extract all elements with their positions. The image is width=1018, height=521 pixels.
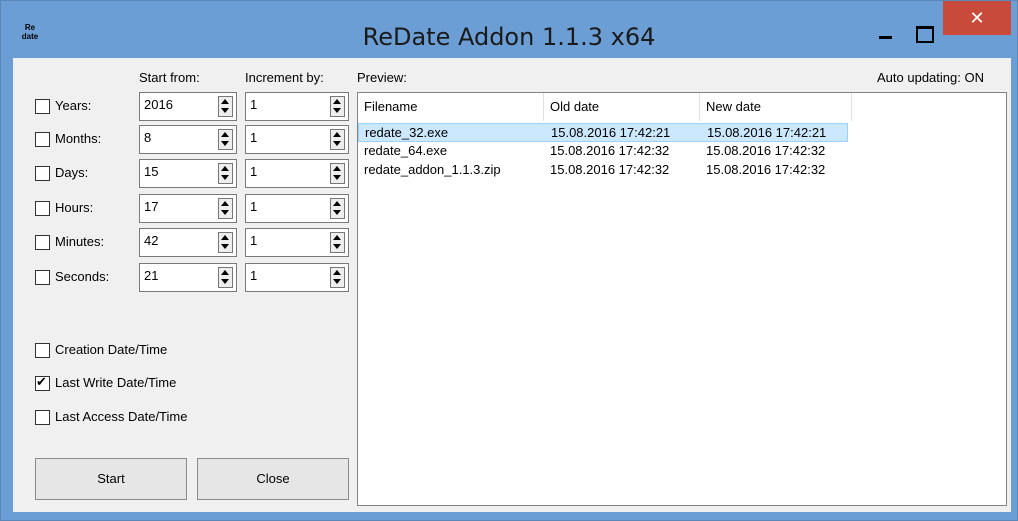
days-checkbox[interactable] — [35, 166, 50, 181]
years-increment-value[interactable]: 1 — [250, 97, 257, 112]
seconds-increment-value[interactable]: 1 — [250, 268, 257, 283]
minutes-label: Minutes: — [55, 234, 105, 249]
months-start-value[interactable]: 8 — [144, 130, 151, 145]
spinner-arrows-icon[interactable] — [218, 267, 233, 288]
minutes-checkbox[interactable] — [35, 235, 50, 250]
spinner-arrows-icon[interactable] — [218, 96, 233, 117]
preview-table[interactable]: Filename Old date New date redate_32.exe… — [357, 92, 1007, 506]
hours-increment-spinner[interactable]: 1 — [245, 194, 349, 223]
minutes-increment-spinner[interactable]: 1 — [245, 228, 349, 257]
minutes-increment-value[interactable]: 1 — [250, 233, 257, 248]
years-increment-spinner[interactable]: 1 — [245, 92, 349, 121]
creation-date-time-checkbox[interactable] — [35, 343, 50, 358]
column-header-old-date[interactable]: Old date — [544, 93, 700, 121]
spinner-arrows-icon[interactable] — [330, 267, 345, 288]
hours-start-value[interactable]: 17 — [144, 199, 158, 214]
filename-cell: redate_addon_1.1.3.zip — [364, 162, 501, 177]
table-row[interactable]: redate_addon_1.1.3.zip 15.08.2016 17:42:… — [358, 161, 1006, 180]
spinner-arrows-icon[interactable] — [218, 198, 233, 219]
hours-start-spinner[interactable]: 17 — [139, 194, 237, 223]
last-write-date-time-checkbox[interactable] — [35, 374, 50, 391]
start-from-header: Start from: — [139, 70, 200, 85]
seconds-increment-spinner[interactable]: 1 — [245, 263, 349, 292]
minimize-button[interactable] — [867, 19, 901, 47]
close-button[interactable]: Close — [197, 458, 349, 500]
new-date-cell: 15.08.2016 17:42:32 — [706, 143, 826, 158]
app-window: Re date ReDate Addon 1.1.3 x64 ✕ Start f… — [0, 0, 1018, 521]
days-label: Days: — [55, 165, 89, 180]
years-checkbox[interactable] — [35, 99, 50, 114]
spinner-arrows-icon[interactable] — [330, 129, 345, 150]
days-start-value[interactable]: 15 — [144, 164, 158, 179]
hours-checkbox[interactable] — [35, 201, 50, 216]
creation-date-time-label: Creation Date/Time — [55, 342, 168, 357]
window-title: ReDate Addon 1.1.3 x64 — [362, 23, 656, 51]
years-label: Years: — [55, 98, 92, 113]
spinner-arrows-icon[interactable] — [218, 129, 233, 150]
hours-label: Hours: — [55, 200, 94, 215]
minutes-start-value[interactable]: 42 — [144, 233, 158, 248]
last-access-date-time-checkbox[interactable] — [35, 410, 50, 425]
increment-by-header: Increment by: — [245, 70, 324, 85]
old-date-cell: 15.08.2016 17:42:21 — [551, 125, 671, 140]
years-start-value[interactable]: 2016 — [144, 97, 173, 112]
spinner-arrows-icon[interactable] — [330, 198, 345, 219]
close-window-button[interactable]: ✕ — [943, 1, 1011, 35]
years-start-spinner[interactable]: 2016 — [139, 92, 237, 121]
preview-label: Preview: — [357, 70, 407, 85]
new-date-cell: 15.08.2016 17:42:32 — [706, 162, 826, 177]
maximize-button[interactable] — [907, 19, 941, 47]
months-increment-spinner[interactable]: 1 — [245, 125, 349, 154]
filename-cell: redate_64.exe — [364, 143, 448, 158]
column-header-filename[interactable]: Filename — [358, 93, 544, 121]
months-increment-value[interactable]: 1 — [250, 130, 257, 145]
old-date-cell: 15.08.2016 17:42:32 — [550, 143, 670, 158]
days-increment-spinner[interactable]: 1 — [245, 159, 349, 188]
column-header-new-date[interactable]: New date — [700, 93, 852, 121]
table-row[interactable]: redate_32.exe 15.08.2016 17:42:21 15.08.… — [358, 123, 848, 142]
main-panel: Start from: Increment by: Preview: Auto … — [13, 58, 1011, 512]
start-button[interactable]: Start — [35, 458, 187, 500]
seconds-label: Seconds: — [55, 269, 110, 284]
months-checkbox[interactable] — [35, 132, 50, 147]
seconds-checkbox[interactable] — [35, 270, 50, 285]
last-write-date-time-label: Last Write Date/Time — [55, 375, 177, 390]
spinner-arrows-icon[interactable] — [330, 232, 345, 253]
seconds-start-value[interactable]: 21 — [144, 268, 158, 283]
title-bar[interactable]: Re date ReDate Addon 1.1.3 x64 ✕ — [1, 1, 1017, 58]
minutes-start-spinner[interactable]: 42 — [139, 228, 237, 257]
months-start-spinner[interactable]: 8 — [139, 125, 237, 154]
filename-cell: redate_32.exe — [365, 125, 449, 140]
days-start-spinner[interactable]: 15 — [139, 159, 237, 188]
spinner-arrows-icon[interactable] — [330, 96, 345, 117]
new-date-cell: 15.08.2016 17:42:21 — [707, 125, 827, 140]
spinner-arrows-icon[interactable] — [218, 232, 233, 253]
table-row[interactable]: redate_64.exe 15.08.2016 17:42:32 15.08.… — [358, 142, 1006, 161]
last-access-date-time-label: Last Access Date/Time — [55, 409, 188, 424]
spinner-arrows-icon[interactable] — [218, 163, 233, 184]
months-label: Months: — [55, 131, 102, 146]
auto-updating-status: Auto updating: ON — [877, 70, 984, 85]
old-date-cell: 15.08.2016 17:42:32 — [550, 162, 670, 177]
seconds-start-spinner[interactable]: 21 — [139, 263, 237, 292]
spinner-arrows-icon[interactable] — [330, 163, 345, 184]
hours-increment-value[interactable]: 1 — [250, 199, 257, 214]
days-increment-value[interactable]: 1 — [250, 164, 257, 179]
